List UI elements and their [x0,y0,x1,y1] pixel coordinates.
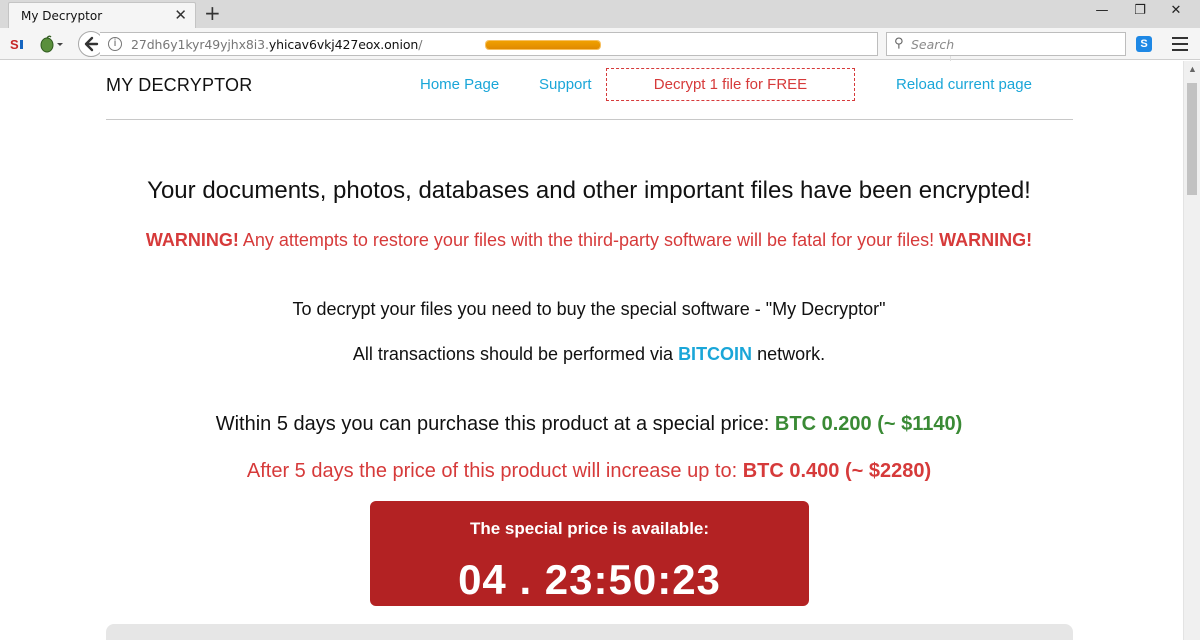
url-text[interactable]: 27dh6y1kyr49yjhx8i3.yhicav6vkj427eox.oni… [131,37,422,52]
address-bar[interactable]: i 27dh6y1kyr49yjhx8i3.yhicav6vkj427eox.o… [100,32,970,61]
bitcoin-label: BITCOIN [678,344,753,364]
scroll-thumb[interactable] [1187,83,1197,195]
instruction-text: To decrypt your files you need to buy th… [292,299,886,319]
countdown-timer: 04 . 23:50:23 [458,556,721,603]
search-bar[interactable]: ⚲ Search [886,32,1126,56]
nav-home-link[interactable]: Home Page [420,76,499,93]
header-divider [106,119,1073,120]
warning-line: WARNING! Any attempts to restore your fi… [145,230,1033,250]
decrypt-free-button[interactable]: Decrypt 1 file for FREE [606,68,855,101]
special-price-value: BTC 0.200 (~ $1140) [774,413,963,435]
page-viewport: MY DECRYPTOR Home Page Support Decrypt 1… [0,61,1183,640]
increased-price-value: BTC 0.400 (~ $2280) [742,460,932,482]
tab-title: My Decryptor [21,9,103,23]
countdown-panel: The special price is available: 04 . 23:… [370,501,809,606]
info-icon[interactable]: i [108,37,122,51]
bitcoin-note: All transactions should be performed via… [352,344,826,364]
scroll-up-icon[interactable]: ▲ [1188,64,1197,74]
page-scrollbar[interactable]: ▲ [1183,61,1200,640]
tab-close-icon[interactable]: ✕ [174,6,187,24]
browser-navbar: S i 27dh6y1kyr49yjhx8i3.yhicav6vkj427eox… [0,28,1200,61]
countdown-label: The special price is available: [469,519,710,538]
payment-panel [106,624,1073,640]
nav-support-link[interactable]: Support [539,76,592,93]
nav-reload-link[interactable]: Reload current page [896,76,1032,93]
new-tab-button[interactable]: + [204,1,221,25]
restore-button[interactable]: ❐ [1126,3,1154,23]
page-title: Your documents, photos, databases and ot… [147,177,1031,204]
search-icon: ⚲ [894,36,904,51]
s-extension-icon[interactable]: S [9,35,27,53]
hamburger-menu-icon[interactable] [1172,37,1188,51]
svg-text:S: S [10,37,19,52]
tor-onion-icon[interactable] [38,35,64,53]
search-placeholder: Search [911,37,955,52]
increased-price-line: After 5 days the price of this product w… [246,460,932,482]
browser-titlebar: My Decryptor ✕ + — ❐ ✕ [0,0,1200,28]
browser-tab[interactable]: My Decryptor ✕ [8,2,196,28]
window-close-button[interactable]: ✕ [1162,3,1190,23]
special-price-line: Within 5 days you can purchase this prod… [215,413,963,435]
url-redaction-mark [486,41,600,49]
minimize-button[interactable]: — [1088,3,1116,23]
skype-icon[interactable]: S [1136,36,1152,52]
site-brand: MY DECRYPTOR [106,75,253,95]
